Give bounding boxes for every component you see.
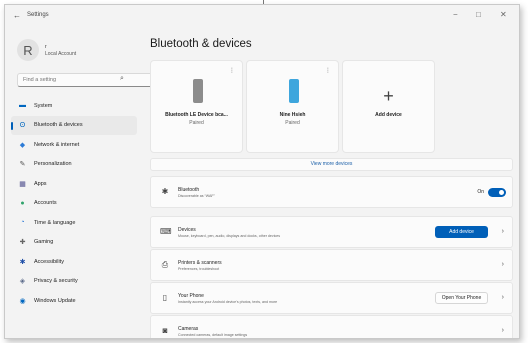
- person-icon: ●: [20, 199, 25, 207]
- sidebar-item[interactable]: ● Accounts: [11, 194, 137, 214]
- camera-icon: ◙: [162, 326, 168, 335]
- sidebar-item[interactable]: ◉ Windows Update: [11, 291, 137, 311]
- toggle-state-label: On: [477, 189, 484, 195]
- sidebar-item-label: Accessibility: [34, 258, 64, 265]
- sidebar-item[interactable]: ʘ Bluetooth & devices: [11, 115, 137, 135]
- bluetooth-toggle[interactable]: [488, 188, 506, 197]
- apps-icon: ▦: [19, 180, 26, 188]
- back-arrow-icon[interactable]: ←: [13, 11, 21, 20]
- device-status: Paired: [285, 120, 300, 126]
- brush-icon: ✎: [19, 161, 26, 169]
- gamepad-icon: ✚: [19, 239, 26, 247]
- network-icon: ◆: [19, 141, 26, 149]
- sidebar-item-label: Privacy & security: [34, 278, 78, 285]
- toggle-knob: [499, 190, 504, 195]
- device-name: Nine Hsieh: [279, 112, 306, 118]
- chevron-right-icon: ›: [501, 228, 504, 235]
- your-phone-row[interactable]: ▯ Your Phone Instantly access your Andro…: [150, 282, 513, 314]
- device-card[interactable]: ⋮ Bluetooth LE Device bca... Paired: [150, 60, 243, 153]
- user-name: r: [45, 44, 47, 50]
- monitor-icon: ▬: [19, 102, 26, 110]
- sidebar-item[interactable]: ✚ Gaming: [11, 233, 137, 253]
- accessibility-icon: ✱: [19, 258, 26, 266]
- row-title: Printers & scanners: [178, 260, 222, 266]
- bluetooth-icon: ✱: [161, 187, 169, 196]
- row-description: Connected cameras, default image setting…: [178, 333, 248, 337]
- settings-window: ← Settings − □ ✕ R r Local Account ⌕ ▬ Sy…: [4, 4, 520, 339]
- row-description: Preferences, troubleshoot: [178, 267, 220, 271]
- shield-icon: ◈: [19, 278, 26, 286]
- device-name: Bluetooth LE Device bca...: [165, 112, 228, 118]
- add-device-label: Add device: [375, 112, 402, 118]
- row-title: Devices: [178, 227, 196, 233]
- avatar-initial: R: [23, 42, 33, 58]
- sidebar-item[interactable]: ✱ Accessibility: [11, 252, 137, 272]
- sidebar-item-label: Personalization: [34, 161, 72, 168]
- search-icon[interactable]: ⌕: [120, 75, 124, 83]
- view-more-devices-button[interactable]: View more devices: [150, 158, 513, 171]
- open-your-phone-button[interactable]: Open Your Phone: [435, 292, 488, 304]
- avatar[interactable]: R: [17, 39, 39, 61]
- chevron-right-icon: ›: [501, 294, 504, 301]
- printer-icon: ⎙: [161, 260, 169, 269]
- title-bar: ← Settings − □ ✕: [5, 5, 519, 29]
- sidebar-item-label: Time & language: [34, 219, 76, 226]
- keyboard-icon: ⌨: [160, 227, 172, 236]
- more-options-icon[interactable]: ⋮: [229, 67, 235, 74]
- printers-row[interactable]: ⎙ Printers & scanners Preferences, troub…: [150, 249, 513, 281]
- sidebar-item-label: Bluetooth & devices: [34, 122, 83, 129]
- page-title: Bluetooth & devices: [150, 38, 252, 50]
- bluetooth-icon: ʘ: [19, 121, 26, 129]
- cameras-row[interactable]: ◙ Cameras Connected cameras, default ima…: [150, 315, 513, 338]
- devices-row[interactable]: ⌨ Devices Mouse, keyboard, pen, audio, d…: [150, 216, 513, 248]
- bluetooth-row: ✱ Bluetooth Discoverable as “WAF” On: [150, 176, 513, 208]
- device-card[interactable]: ⋮ Nine Hsieh Paired: [246, 60, 339, 153]
- row-title: Cameras: [178, 326, 199, 332]
- sidebar-item-label: Accounts: [34, 200, 57, 207]
- add-device-button[interactable]: Add device: [435, 226, 488, 238]
- row-description: Instantly access your Android device's p…: [178, 300, 278, 304]
- row-title: Your Phone: [178, 293, 204, 299]
- user-account-type: Local Account: [45, 51, 77, 57]
- more-options-icon[interactable]: ⋮: [325, 67, 331, 74]
- row-title: Bluetooth: [178, 187, 200, 193]
- device-phone-icon: [193, 79, 203, 103]
- chevron-right-icon: ›: [501, 327, 504, 334]
- app-title: Settings: [27, 12, 49, 18]
- sidebar-nav: ▬ System ʘ Bluetooth & devices ◆ Network & in…: [11, 96, 137, 311]
- sidebar-item-label: System: [34, 102, 53, 109]
- minimize-icon[interactable]: −: [453, 10, 458, 19]
- sidebar-item[interactable]: ▦ Apps: [11, 174, 137, 194]
- sidebar-item[interactable]: ▬ System: [11, 96, 137, 116]
- update-icon: ◉: [19, 297, 26, 305]
- sidebar-item-label: Windows Update: [34, 297, 76, 304]
- chevron-right-icon: ›: [501, 261, 504, 268]
- clock-icon: ◔: [20, 219, 25, 227]
- search-input[interactable]: [17, 73, 154, 87]
- sidebar-item[interactable]: ◈ Privacy & security: [11, 272, 137, 292]
- sidebar-item-label: Apps: [34, 180, 47, 187]
- plus-icon: +: [383, 86, 394, 106]
- sidebar-item-label: Gaming: [34, 239, 54, 246]
- phone-icon: ▯: [162, 293, 168, 302]
- sidebar-item[interactable]: ✎ Personalization: [11, 155, 137, 175]
- add-device-card[interactable]: + Add device: [342, 60, 435, 153]
- sidebar-item[interactable]: ◆ Network & internet: [11, 135, 137, 155]
- sidebar-item[interactable]: ◔ Time & language: [11, 213, 137, 233]
- close-icon[interactable]: ✕: [500, 10, 507, 19]
- row-description: Mouse, keyboard, pen, audio, displays an…: [178, 234, 281, 238]
- sidebar-item-label: Network & internet: [34, 141, 80, 148]
- device-status: Paired: [189, 120, 204, 126]
- row-description: Discoverable as “WAF”: [178, 194, 215, 198]
- maximize-icon[interactable]: □: [476, 10, 481, 19]
- device-phone-icon: [289, 79, 299, 103]
